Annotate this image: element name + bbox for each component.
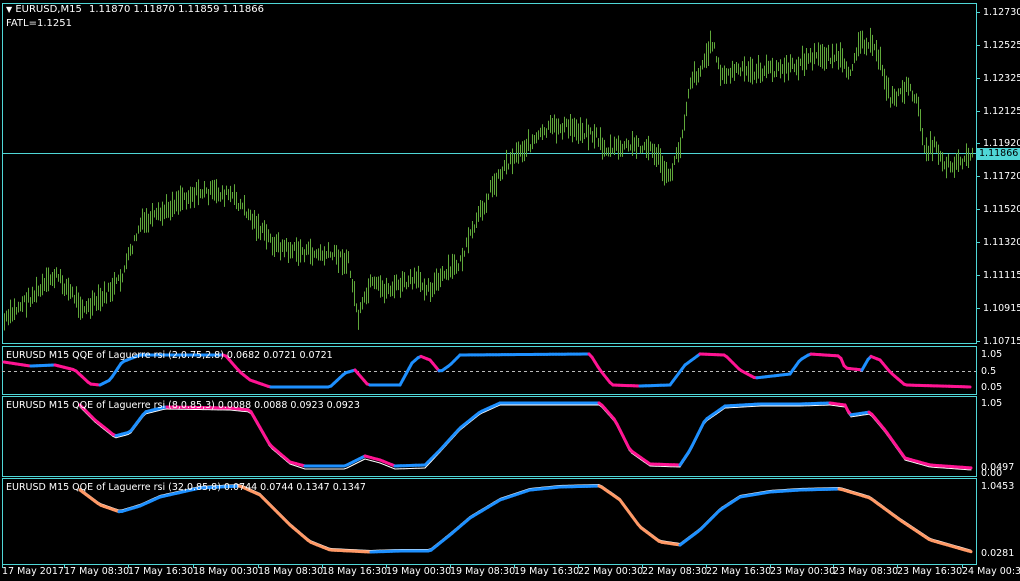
- time-axis-label: 22 May 16:30: [706, 566, 772, 577]
- indicator-1-label: EURUSD M15 QQE of Laguerre rsi (2,0.75,2…: [6, 350, 333, 361]
- price-axis-label: 1.10915: [983, 303, 1020, 314]
- ind1-scale-mid: 0.5: [981, 366, 997, 377]
- time-axis-label: 22 May 08:30: [642, 566, 708, 577]
- price-axis-label: 1.11320: [983, 237, 1020, 248]
- qqe3-line: [966, 549, 973, 554]
- time-axis-label: 18 May 08:30: [258, 566, 324, 577]
- last-price-tag: 1.11866: [977, 148, 1020, 160]
- price-axis-label: 1.11115: [983, 270, 1020, 281]
- price-axis-label: 1.12730: [983, 7, 1020, 18]
- time-axis-label: 17 May 2017: [2, 566, 64, 577]
- ind1-scale-bottom: 0.05: [981, 382, 1003, 393]
- ind1-scale-top: 1.05: [981, 349, 1003, 360]
- ind3-scale-bottom: 0.0281: [981, 548, 1015, 559]
- price-axis-label: 1.11520: [983, 204, 1020, 215]
- ind2-scale-bottom: 0.00: [981, 468, 1003, 479]
- collapse-arrow-icon[interactable]: ▼: [6, 5, 12, 14]
- qqe2-signal-line: [358, 460, 363, 463]
- ohlc-values: 1.11870 1.11870 1.11859 1.11866: [89, 4, 264, 15]
- time-axis-label: 19 May 08:30: [450, 566, 516, 577]
- time-axis-label: 18 May 16:30: [322, 566, 388, 577]
- ind2-scale-top: 1.05: [981, 398, 1003, 409]
- time-axis-label: 23 May 08:30: [833, 566, 899, 577]
- price-axis-label: 1.10715: [983, 336, 1020, 347]
- indicator-3-lines: [78, 484, 973, 554]
- price-axis-label: 1.11720: [983, 171, 1020, 182]
- qqe2-signal-line: [355, 461, 360, 464]
- qqe2-signal-line: [349, 464, 354, 467]
- qqe2-signal-line: [352, 463, 357, 466]
- time-axis-label: 18 May 00:30: [193, 566, 259, 577]
- indicator-2-lines: [78, 401, 973, 471]
- time-axis-label: 23 May 00:30: [770, 566, 836, 577]
- time-axis-label: 19 May 00:30: [386, 566, 452, 577]
- symbol-header: ▼ EURUSD,M15 1.11870 1.11870 1.11859 1.1…: [6, 4, 264, 16]
- indicator-2-label: EURUSD M15 QQE of Laguerre rsi (8,0.85,3…: [6, 400, 360, 411]
- panel-frame-0: [2, 3, 977, 344]
- indicator-3-label: EURUSD M15 QQE of Laguerre rsi (32,0.85,…: [6, 482, 366, 493]
- price-bars: [4, 27, 973, 331]
- price-axis-label: 1.12325: [983, 73, 1020, 84]
- ind3-scale-top: 1.0453: [981, 481, 1015, 492]
- qqe2-signal-line: [346, 466, 351, 469]
- time-axis-label: 22 May 00:30: [578, 566, 644, 577]
- symbol-label: EURUSD,M15: [15, 4, 82, 15]
- price-axis-label: 1.12125: [983, 106, 1020, 117]
- time-axis-label: 19 May 16:30: [514, 566, 580, 577]
- time-axis-label: 23 May 16:30: [897, 566, 963, 577]
- fatl-label: FATL=1.1251: [6, 18, 72, 29]
- time-axis-label: 17 May 08:30: [64, 566, 130, 577]
- price-axis-label: 1.12525: [983, 40, 1020, 51]
- time-axis-label: 24 May 00:30: [962, 566, 1020, 577]
- time-axis-label: 17 May 16:30: [128, 566, 194, 577]
- qqe2-signal-line: [361, 458, 366, 461]
